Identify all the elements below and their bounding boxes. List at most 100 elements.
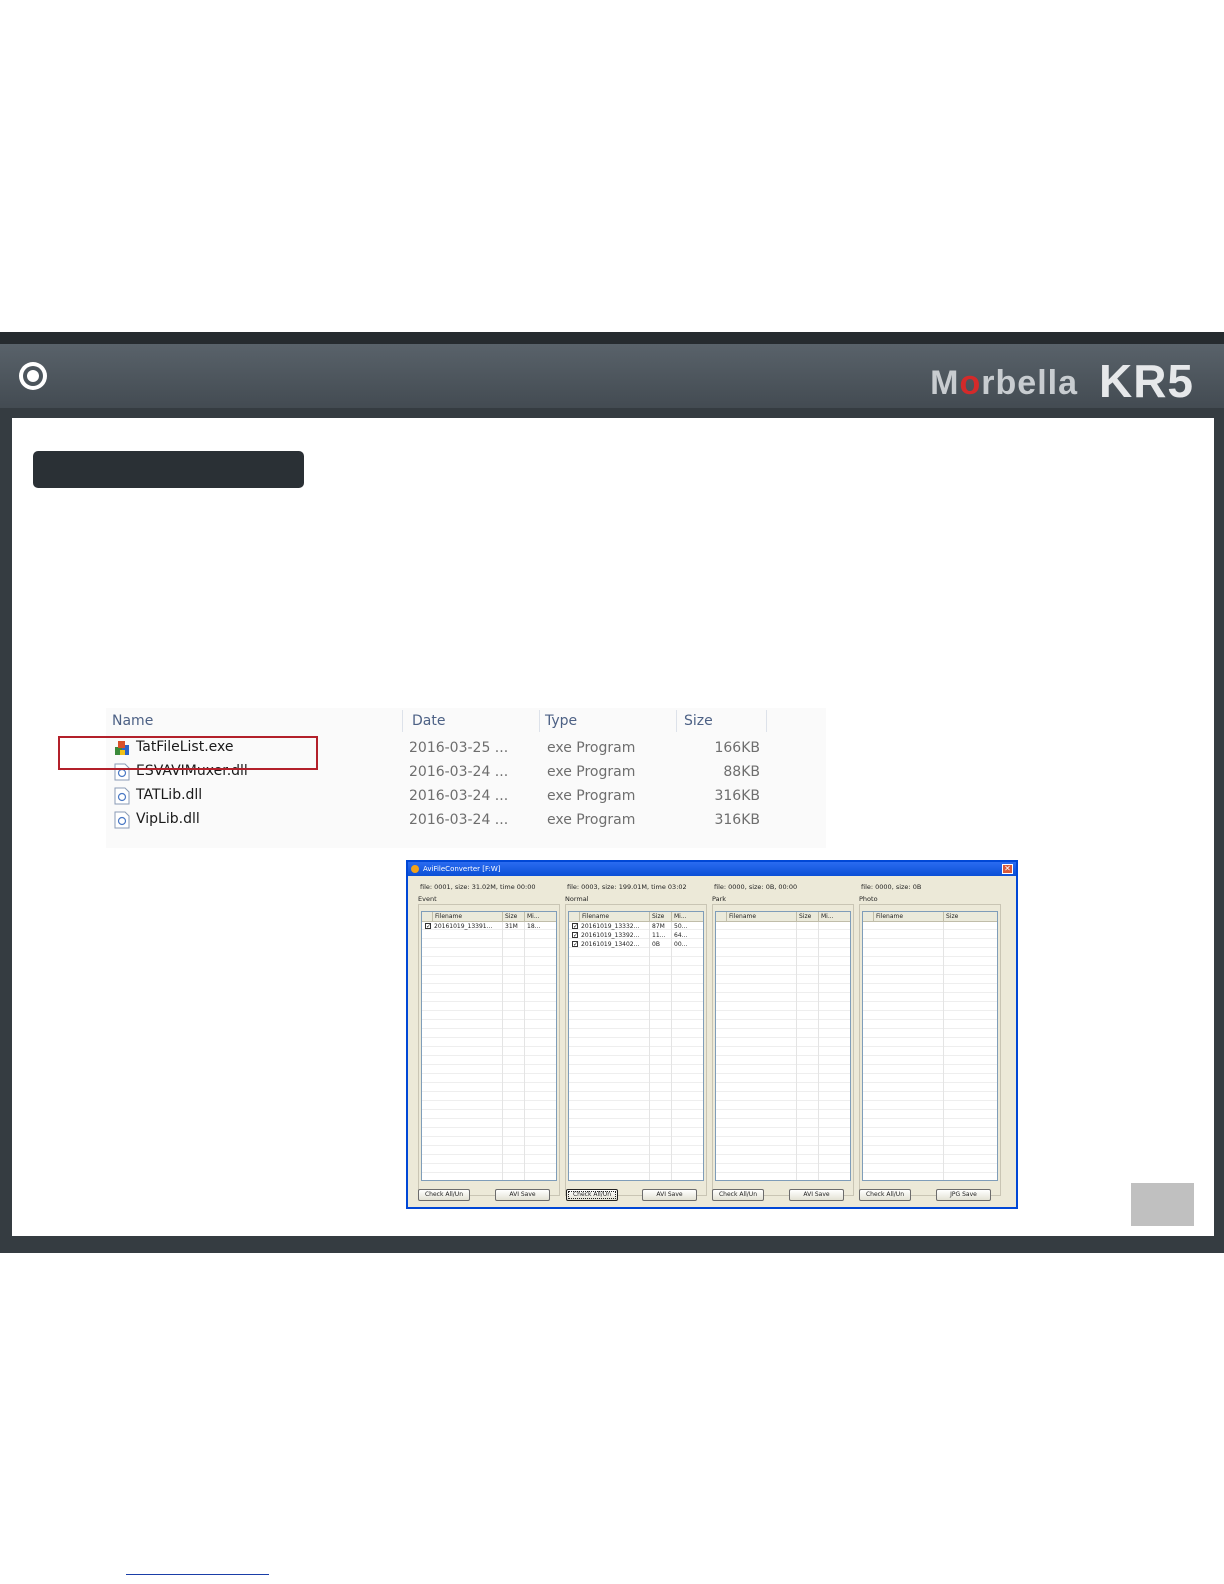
list-header-filename[interactable]: Filename <box>873 912 903 921</box>
column-separator[interactable] <box>676 710 677 732</box>
close-icon[interactable]: ✕ <box>1002 864 1013 874</box>
pane-photo: file: 0000, size: 0B Photo Filename Size… <box>849 876 1001 1207</box>
ring-icon <box>19 362 47 390</box>
list-header: Filename Size Mi... <box>422 912 556 922</box>
list-item-filename: 20161019_13332... <box>581 923 640 930</box>
pane-group-label: Normal <box>565 895 591 903</box>
file-explorer-list: Name Date Type Size TatFileList.exe 2016… <box>106 708 826 848</box>
jpg-save-button[interactable]: JPG Save <box>936 1189 991 1201</box>
list-header: Filename Size <box>863 912 997 922</box>
list-header-mi[interactable]: Mi... <box>671 912 687 921</box>
check-all-button[interactable]: Check All/Un <box>859 1189 911 1201</box>
list-header-filename[interactable]: Filename <box>726 912 756 921</box>
file-size: 316KB <box>714 812 760 828</box>
column-line <box>943 922 944 1180</box>
list-item-mi: 50... <box>674 923 688 930</box>
column-separator[interactable] <box>766 710 767 732</box>
list-header-mi[interactable]: Mi... <box>818 912 834 921</box>
list-item-size: 87M <box>652 923 665 930</box>
file-list[interactable]: Filename Size Mi... ✓ 20161019_13391... … <box>421 911 557 1181</box>
file-list[interactable]: Filename Size <box>862 911 998 1181</box>
pane-park: file: 0000, size: 0B, 00:00 Park Filenam… <box>702 876 854 1207</box>
pane-info: file: 0000, size: 0B <box>861 883 922 891</box>
list-item-filename: 20161019_13392... <box>581 932 640 939</box>
file-size: 316KB <box>714 788 760 804</box>
avi-file-converter-window: AviFileConverter [F:W] ✕ file: 0001, siz… <box>406 860 1018 1209</box>
column-line <box>818 922 819 1180</box>
pane-group-label: Photo <box>859 895 880 903</box>
pane-info: file: 0000, size: 0B, 00:00 <box>714 883 798 891</box>
column-line <box>649 922 650 1180</box>
file-row[interactable]: TATLib.dll 2016-03-24 ... exe Program 31… <box>106 784 826 808</box>
list-item[interactable]: ✓ 20161019_13332... 87M 50... <box>569 922 703 931</box>
list-header-size[interactable]: Size <box>796 912 811 921</box>
column-separator[interactable] <box>539 710 540 732</box>
list-item[interactable]: ✓ 20161019_13392... 11... 64... <box>569 931 703 940</box>
pane-info: file: 0001, size: 31.02M, time 00:00 <box>420 883 536 891</box>
file-list[interactable]: Filename Size Mi... <box>715 911 851 1181</box>
highlight-box <box>58 736 318 770</box>
column-line <box>796 922 797 1180</box>
file-size: 166KB <box>714 740 760 756</box>
list-item-filename: 20161019_13402... <box>581 941 640 948</box>
column-header-type[interactable]: Type <box>545 708 577 734</box>
list-header-mi[interactable]: Mi... <box>524 912 540 921</box>
file-date: 2016-03-25 ... <box>409 740 509 756</box>
checkbox-checked[interactable]: ✓ <box>572 923 578 930</box>
column-line <box>671 922 672 1180</box>
window-title-bar[interactable]: AviFileConverter [F:W] ✕ <box>408 862 1016 876</box>
checkbox-checked[interactable]: ✓ <box>572 932 578 939</box>
app-icon <box>411 865 419 873</box>
pane-event: file: 0001, size: 31.02M, time 00:00 Eve… <box>408 876 560 1207</box>
list-item-size: 0B <box>652 941 660 948</box>
brand-logo: Morbella <box>930 364 1078 402</box>
page-number-box <box>1131 1183 1194 1226</box>
pane-info: file: 0003, size: 199.01M, time 03:02 <box>567 883 687 891</box>
file-name: VipLib.dll <box>136 811 200 827</box>
list-item[interactable]: ✓ 20161019_13391... 31M 18... <box>422 922 556 931</box>
file-list[interactable]: Filename Size Mi... ✓ 20161019_13332... … <box>568 911 704 1181</box>
pane-normal: file: 0003, size: 199.01M, time 03:02 No… <box>555 876 707 1207</box>
title-pill <box>33 451 304 488</box>
checkbox-checked[interactable]: ✓ <box>425 923 431 930</box>
list-header-size[interactable]: Size <box>502 912 517 921</box>
slide-top-line <box>0 332 1224 344</box>
column-header-name[interactable]: Name <box>112 708 153 734</box>
list-item-size: 11... <box>652 932 666 939</box>
avi-save-button[interactable]: AVI Save <box>642 1189 697 1201</box>
window-title: AviFileConverter [F:W] <box>423 865 501 873</box>
list-header: Filename Size Mi... <box>569 912 703 922</box>
column-line <box>502 922 503 1180</box>
check-all-button[interactable]: Check All/Un <box>566 1189 618 1201</box>
file-row[interactable]: VipLib.dll 2016-03-24 ... exe Program 31… <box>106 808 826 832</box>
list-item-mi: 64... <box>674 932 688 939</box>
column-line <box>524 922 525 1180</box>
file-date: 2016-03-24 ... <box>409 788 509 804</box>
list-header-filename[interactable]: Filename <box>432 912 462 921</box>
dll-file-icon <box>114 787 130 805</box>
window-body: file: 0001, size: 31.02M, time 00:00 Eve… <box>408 876 1016 1207</box>
list-header: Filename Size Mi... <box>716 912 850 922</box>
list-header-size[interactable]: Size <box>943 912 958 921</box>
file-type: exe Program <box>547 764 636 780</box>
file-type: exe Program <box>547 812 636 828</box>
column-header-date[interactable]: Date <box>412 708 445 734</box>
column-separator[interactable] <box>402 710 403 732</box>
column-header-size[interactable]: Size <box>684 708 713 734</box>
checkbox-checked[interactable]: ✓ <box>572 941 578 948</box>
file-type: exe Program <box>547 740 636 756</box>
pane-group-label: Event <box>418 895 439 903</box>
list-item-size: 31M <box>505 923 518 930</box>
avi-save-button[interactable]: AVI Save <box>789 1189 844 1201</box>
list-header-filename[interactable]: Filename <box>579 912 609 921</box>
footer-link-underline[interactable] <box>126 1574 269 1575</box>
avi-save-button[interactable]: AVI Save <box>495 1189 550 1201</box>
check-all-button[interactable]: Check All/Un <box>712 1189 764 1201</box>
list-header-size[interactable]: Size <box>649 912 664 921</box>
file-type: exe Program <box>547 788 636 804</box>
list-item-mi: 00... <box>674 941 688 948</box>
check-all-button[interactable]: Check All/Un <box>418 1189 470 1201</box>
file-date: 2016-03-24 ... <box>409 812 509 828</box>
model-logo: KR5 <box>1098 355 1194 407</box>
list-item[interactable]: ✓ 20161019_13402... 0B 00... <box>569 940 703 949</box>
